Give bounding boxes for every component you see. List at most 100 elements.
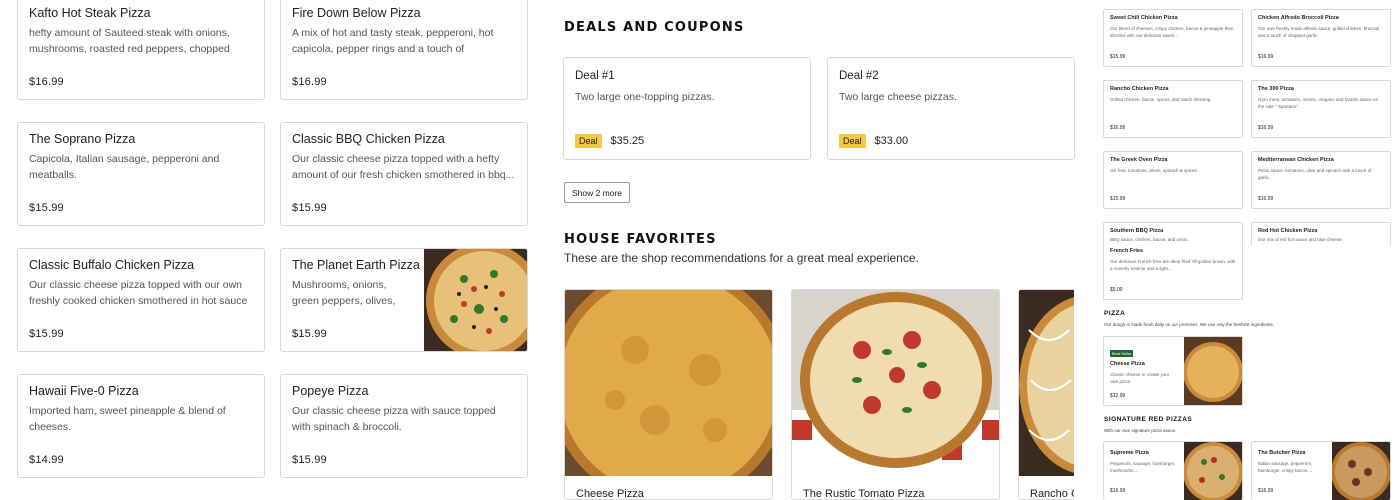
deal-title: Deal #2 [839, 70, 879, 82]
mini-item-price: $12.99 [1110, 393, 1126, 399]
pizza-section-subtitle: Our dough is made fresh daily on our pre… [1104, 322, 1275, 327]
mini-item-price: $16.99 [1258, 125, 1274, 131]
mini-item-desc: Our mix of red hot sauce and blue cheese… [1258, 237, 1343, 242]
favorite-name: Cheese Pizza [576, 488, 644, 500]
mini-item-name: The Greek Oven Pizza [1110, 157, 1168, 163]
mini-item-desc: Our own freshly made alfredo sauce, gril… [1258, 26, 1380, 38]
menu-item-desc: Imported ham, sweet pineapple & blend of… [29, 405, 226, 433]
menu-item-name: The Soprano Pizza [29, 132, 136, 146]
deal-desc: Two large one-topping pizzas. [575, 91, 715, 103]
menu-item-card[interactable]: The Planet Earth Pizza Mushrooms, onions… [280, 248, 528, 352]
mini-item-desc: Our delicious French fries are deep frie… [1110, 259, 1236, 271]
mini-item-name: The 300 Pizza [1258, 86, 1294, 92]
signature-section-subtitle: With our own signature pizza sauce. [1104, 428, 1177, 433]
mini-menu-card[interactable]: French Fries Our delicious French fries … [1103, 245, 1243, 300]
mini-item-desc: Grilled chicken, bacon, spices, and ranc… [1110, 97, 1212, 102]
pizza-photo [565, 290, 772, 476]
favorite-card[interactable]: Rancho C [1018, 289, 1074, 500]
menu-item-price: $16.99 [29, 76, 64, 88]
mini-item-desc: Our blend of cheeses, crispy chicken, ba… [1110, 26, 1234, 38]
mini-item-name: Rancho Chicken Pizza [1110, 86, 1169, 92]
mini-item-price: $15.99 [1110, 54, 1126, 60]
menu-item-card[interactable]: Classic Buffalo Chicken Pizza Our classi… [17, 248, 265, 352]
pizza-photo [792, 290, 999, 476]
menu-item-price: $15.99 [292, 328, 327, 340]
mini-item-name: Chicken Alfredo Broccoli Pizza [1258, 15, 1339, 21]
menu-item-card[interactable]: Hawaii Five-0 Pizza Imported ham, sweet … [17, 374, 265, 478]
show-more-deals-button[interactable]: Show 2 more [564, 182, 630, 203]
deal-price: $33.00 [874, 135, 909, 147]
mini-menu-card[interactable]: Chicken Alfredo Broccoli Pizza Our own f… [1251, 9, 1391, 67]
mini-item-desc: Italian sausage, pepperoni, hamburger, c… [1258, 461, 1313, 473]
mini-menu-card[interactable]: Best Seller Cheese Pizza Classic cheese … [1103, 336, 1243, 406]
menu-item-name: Hawaii Five-0 Pizza [29, 384, 139, 398]
favorite-name: Rancho C [1030, 488, 1074, 500]
deal-desc: Two large cheese pizzas. [839, 91, 957, 103]
menu-item-desc: Our classic cheese pizza topped with a h… [292, 153, 515, 181]
best-seller-badge: Best Seller [1110, 350, 1134, 357]
favorite-card[interactable]: Cheese Pizza [564, 289, 773, 500]
mini-menu-card[interactable]: Red Hot Chicken Pizza Our mix of red hot… [1251, 222, 1391, 246]
menu-item-desc: Our classic cheese pizza with sauce topp… [292, 405, 496, 433]
pizza-photo [1332, 442, 1390, 500]
mini-item-price: $15.99 [1110, 196, 1126, 202]
mini-item-price: $16.99 [1110, 488, 1126, 494]
mini-item-desc: BBQ sauce, chicken, bacon, and onion. [1110, 237, 1189, 242]
menu-item-name: Fire Down Below Pizza [292, 6, 421, 20]
mini-menu-card[interactable]: Supreme Pizza Pepperoni, sausage, hambur… [1103, 441, 1243, 500]
pizza-photo [1184, 442, 1242, 500]
deal-price: $35.25 [610, 135, 645, 147]
mini-menu-card[interactable]: Mediterranean Chicken Pizza Pesto sauce,… [1251, 151, 1391, 209]
mini-menu-card[interactable]: Southern BBQ Pizza BBQ sauce, chicken, b… [1103, 222, 1243, 246]
menu-item-card[interactable]: The Soprano Pizza Capicola, Italian saus… [17, 122, 265, 226]
deal-card[interactable]: Deal #1 Two large one-topping pizzas. De… [563, 57, 811, 160]
mini-menu-card[interactable]: The Greek Oven Pizza Oil, feta, tomatoes… [1103, 151, 1243, 209]
menu-item-card[interactable]: Kafto Hot Steak Pizza hefty amount of Sa… [17, 0, 265, 100]
menu-item-card[interactable]: Classic BBQ Chicken Pizza Our classic ch… [280, 122, 528, 226]
menu-item-price: $15.99 [29, 202, 64, 214]
mini-item-name: Sweet Chili Chicken Pizza [1110, 15, 1178, 21]
mini-item-desc: Pepperoni, sausage, hamburger, mushrooms… [1110, 461, 1176, 473]
menu-item-price: $16.99 [292, 76, 327, 88]
menu-item-price: $15.99 [29, 328, 64, 340]
house-favorites-heading: HOUSE FAVORITES [564, 232, 717, 247]
mini-item-desc: Classic cheese or create your own pizza. [1110, 372, 1170, 384]
menu-item-price: $15.99 [292, 202, 327, 214]
mini-menu-card[interactable]: Rancho Chicken Pizza Grilled chicken, ba… [1103, 80, 1243, 138]
menu-item-name: Popeye Pizza [292, 384, 369, 398]
mini-item-price: $16.99 [1258, 488, 1274, 494]
mini-menu-card[interactable]: The Butcher Pizza Italian sausage, peppe… [1251, 441, 1391, 500]
deal-badge: Deal [575, 134, 602, 148]
pizza-photo [1019, 290, 1074, 476]
signature-section-heading: SIGNATURE RED PIZZAS [1104, 416, 1193, 423]
menu-item-desc: A mix of hot and tasty steak, pepperoni,… [292, 27, 494, 55]
mini-item-name: Southern BBQ Pizza [1110, 228, 1164, 234]
menu-item-price: $14.99 [29, 454, 64, 466]
menu-item-card[interactable]: Popeye Pizza Our classic cheese pizza wi… [280, 374, 528, 478]
mini-item-name: Mediterranean Chicken Pizza [1258, 157, 1334, 163]
house-favorites-subtitle: These are the shop recommendations for a… [564, 251, 919, 265]
menu-item-desc: Mushrooms, onions, green peppers, olives… [292, 279, 396, 307]
menu-item-name: Classic BBQ Chicken Pizza [292, 132, 445, 146]
deal-card[interactable]: Deal #2 Two large cheese pizzas. Deal $3… [827, 57, 1075, 160]
mini-menu-card[interactable]: Sweet Chili Chicken Pizza Our blend of c… [1103, 9, 1243, 67]
deals-heading: DEALS AND COUPONS [564, 20, 745, 35]
mini-item-desc: Gyro meat, tomatoes, onions, oregano and… [1258, 97, 1379, 109]
mini-item-desc: Pesto sauce, tomatoes, olive and spinach… [1258, 168, 1372, 180]
menu-item-desc: hefty amount of Sauteed steak with onion… [29, 27, 230, 55]
menu-item-price: $15.99 [292, 454, 327, 466]
pizza-photo [1184, 337, 1242, 405]
menu-item-name: Kafto Hot Steak Pizza [29, 6, 151, 20]
mini-item-price: $16.99 [1258, 196, 1274, 202]
pizza-section-heading: PIZZA [1104, 310, 1126, 317]
menu-item-card[interactable]: Fire Down Below Pizza A mix of hot and t… [280, 0, 528, 100]
pizza-photo [424, 249, 527, 351]
favorite-card[interactable]: The Rustic Tomato Pizza [791, 289, 1000, 500]
mini-item-name: Red Hot Chicken Pizza [1258, 228, 1318, 234]
menu-item-name: Classic Buffalo Chicken Pizza [29, 258, 195, 272]
favorite-name: The Rustic Tomato Pizza [803, 488, 925, 500]
mini-item-desc: Oil, feta, tomatoes, olives, spinach & s… [1110, 168, 1199, 173]
menu-item-desc: Our classic cheese pizza topped with our… [29, 279, 248, 307]
mini-menu-card[interactable]: The 300 Pizza Gyro meat, tomatoes, onion… [1251, 80, 1391, 138]
deal-badge: Deal [839, 134, 866, 148]
